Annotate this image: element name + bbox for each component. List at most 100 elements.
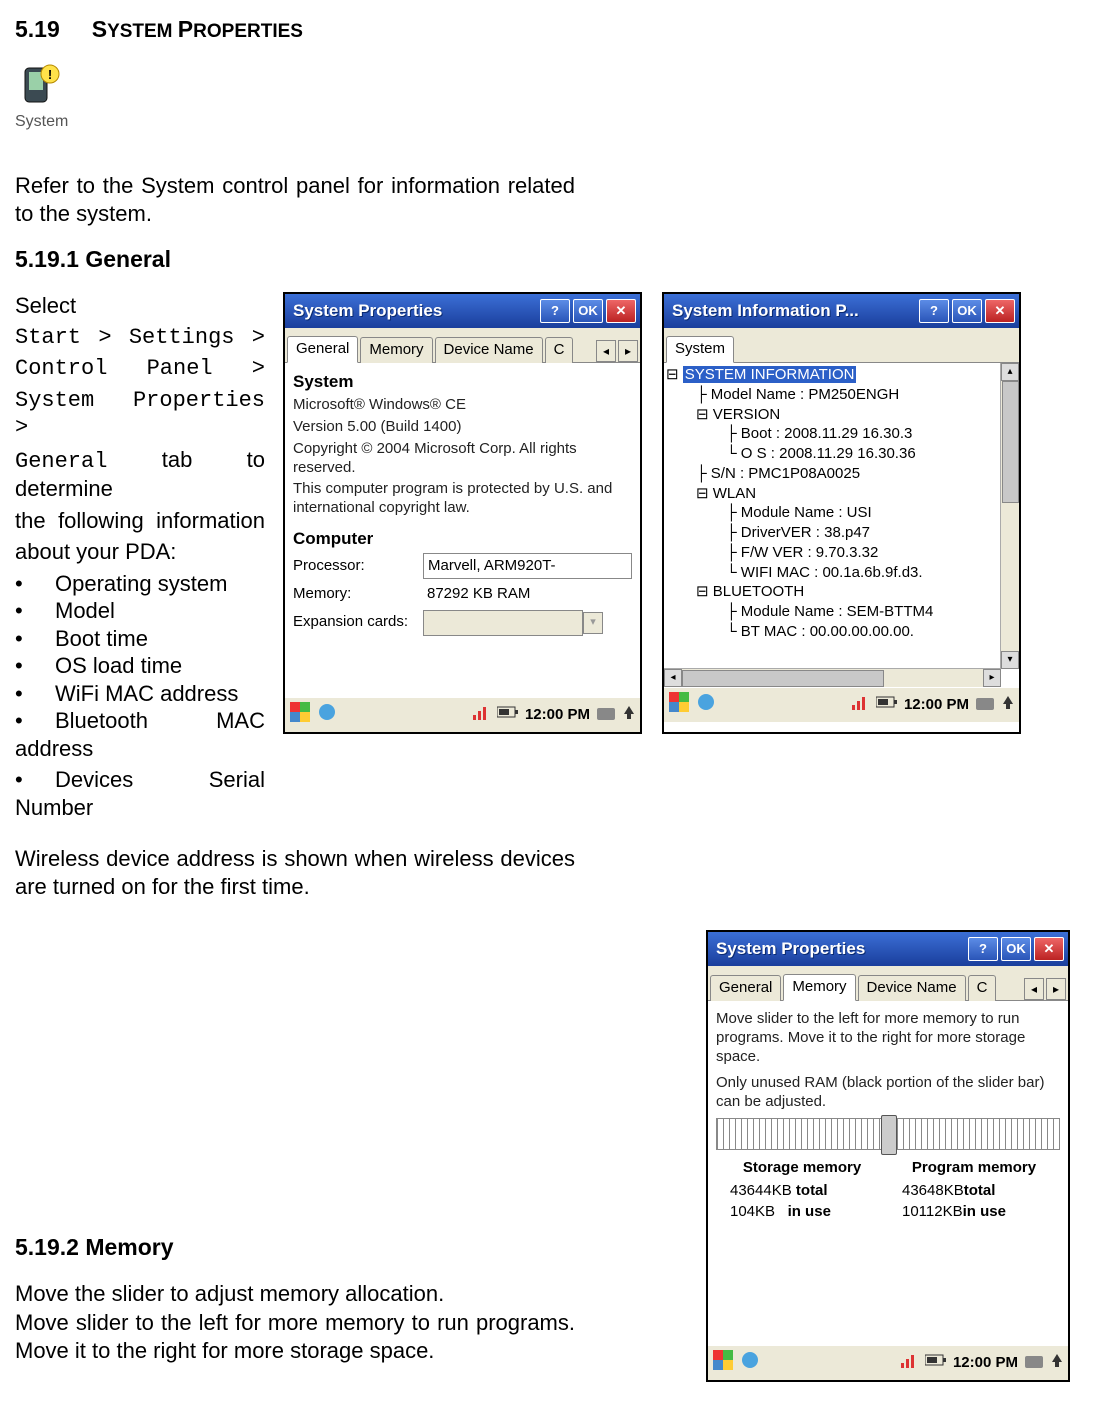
program-mem-head: Program memory — [888, 1160, 1060, 1177]
bullet-dev-b: Serial — [209, 767, 265, 792]
bullet-model-text: Model — [55, 597, 265, 625]
tree-wlan[interactable]: WLAN — [713, 485, 756, 502]
scroll-v-thumb[interactable] — [1002, 381, 1019, 503]
sys-line-2: Version 5.00 (Build 1400) — [293, 418, 632, 437]
bullet-boot: •Boot time — [15, 625, 265, 653]
tree-root[interactable]: SYSTEM INFORMATION — [683, 366, 857, 383]
taskbar-clock: 12:00 PM — [525, 706, 590, 725]
tab-memory[interactable]: Memory — [360, 337, 432, 363]
path-line-4: General tab to determine — [15, 446, 265, 503]
system-icon-label: System — [15, 113, 68, 130]
tab-device-name-mem[interactable]: Device Name — [858, 975, 966, 1001]
signal-icon-2 — [852, 693, 870, 717]
bullet-bt-c: address — [15, 735, 265, 763]
help-button-mem[interactable]: ? — [968, 937, 998, 961]
up-arrow-icon-3[interactable] — [1050, 1352, 1064, 1374]
memory-value: 87292 KB RAM — [423, 583, 632, 606]
tab-general-mem[interactable]: General — [710, 975, 781, 1001]
taskbar-mem[interactable]: 12:00 PM — [708, 1345, 1068, 1380]
tab-nav-right-mem[interactable]: ▸ — [1046, 978, 1066, 1000]
horizontal-scrollbar[interactable]: ◂ ▸ — [664, 668, 1001, 687]
title-sysprops: System Properties — [289, 300, 537, 321]
up-arrow-icon[interactable] — [622, 704, 636, 726]
scroll-right-icon[interactable]: ▸ — [983, 669, 1001, 687]
help-button[interactable]: ? — [540, 299, 570, 323]
intro-paragraph: Refer to the System control panel for in… — [15, 172, 575, 227]
sys-line-1: Microsoft® Windows® CE — [293, 396, 632, 415]
tree-wlan-mod: Module Name : USI — [741, 504, 872, 521]
keyboard-icon-2[interactable] — [975, 693, 995, 717]
scroll-up-icon[interactable]: ▴ — [1001, 363, 1019, 381]
battery-icon-3 — [925, 1353, 947, 1373]
bullet-dev-a: Devices — [55, 767, 133, 792]
titlebar-mem[interactable]: System Properties ? OK ✕ — [708, 932, 1068, 966]
bullet-boot-text: Boot time — [55, 625, 265, 653]
scroll-h-thumb[interactable] — [682, 670, 884, 687]
tab-nav-right[interactable]: ▸ — [618, 340, 638, 362]
sys-line-4: This computer program is protected by U.… — [293, 480, 632, 518]
sysinfo-tree[interactable]: ⊟ SYSTEM INFORMATION ├ Model Name : PM25… — [664, 363, 1019, 687]
general-left-column: Select Start > Settings > Control Panel … — [15, 292, 265, 825]
taskbar-sysinfo[interactable]: 12:00 PM — [664, 687, 1019, 722]
window-system-information: System Information P... ? OK ✕ System ⊟ … — [662, 292, 1021, 734]
title-mem: System Properties — [712, 938, 965, 959]
program-total-lbl: total — [964, 1182, 996, 1199]
close-button-sysinfo[interactable]: ✕ — [985, 299, 1015, 323]
memory-slider[interactable] — [716, 1118, 1060, 1150]
tab-nav-left-mem[interactable]: ◂ — [1024, 978, 1044, 1000]
expansion-dropdown-icon[interactable]: ▾ — [583, 612, 603, 634]
expansion-value[interactable] — [423, 610, 583, 636]
tab-more[interactable]: C — [545, 337, 574, 363]
tree-sn: S/N : PMC1P08A0025 — [711, 465, 860, 482]
tree-version[interactable]: VERSION — [713, 406, 781, 423]
titlebar-sysinfo[interactable]: System Information P... ? OK ✕ — [664, 294, 1019, 328]
processor-value: Marvell, ARM920T- — [423, 553, 632, 579]
bullet-bt-row: •Bluetooth MAC — [15, 707, 265, 735]
vertical-scrollbar[interactable]: ▴ ▾ — [1000, 363, 1019, 669]
path-line-2: Control Panel > — [15, 355, 265, 383]
title-caps-1: S — [92, 16, 107, 42]
bullet-wifi: •WiFi MAC address — [15, 680, 265, 708]
ok-button[interactable]: OK — [573, 299, 603, 323]
scroll-down-icon[interactable]: ▾ — [1001, 651, 1019, 669]
path-line-1: Start > Settings > — [15, 324, 265, 352]
ok-button-sysinfo[interactable]: OK — [952, 299, 982, 323]
mem-p1: Move the slider to adjust memory allocat… — [15, 1280, 676, 1308]
up-arrow-icon-2[interactable] — [1001, 694, 1015, 716]
subheading-memory: 5.19.2 Memory — [15, 1233, 676, 1262]
scroll-left-icon[interactable]: ◂ — [664, 669, 682, 687]
start-icon-3[interactable] — [712, 1349, 734, 1377]
taskbar-sysprops[interactable]: 12:00 PM — [285, 697, 640, 732]
ok-button-mem[interactable]: OK — [1001, 937, 1031, 961]
heading-system: System — [293, 371, 632, 392]
storage-inuse-lbl: in use — [788, 1203, 831, 1220]
tree-wlan-mac: WIFI MAC : 00.1a.6b.9f.d3. — [741, 564, 923, 581]
tab-memory-mem[interactable]: Memory — [783, 974, 855, 1001]
start-icon-2[interactable] — [668, 691, 690, 719]
tray-icon-1[interactable] — [317, 702, 337, 728]
close-button[interactable]: ✕ — [606, 299, 636, 323]
tab-device-name[interactable]: Device Name — [435, 337, 543, 363]
tab-system-sysinfo[interactable]: System — [666, 336, 734, 363]
titlebar-sysprops[interactable]: System Properties ? OK ✕ — [285, 294, 640, 328]
tray-icon-3[interactable] — [740, 1350, 760, 1376]
close-button-mem[interactable]: ✕ — [1034, 937, 1064, 961]
svg-text:!: ! — [48, 67, 52, 82]
tab-nav-left[interactable]: ◂ — [596, 340, 616, 362]
mem-desc2: Only unused RAM (black portion of the sl… — [716, 1074, 1060, 1112]
mem-desc1: Move slider to the left for more memory … — [716, 1010, 1060, 1066]
memory-slider-thumb[interactable] — [881, 1115, 897, 1155]
help-button-sysinfo[interactable]: ? — [919, 299, 949, 323]
tab-more-mem[interactable]: C — [968, 975, 997, 1001]
title-caps-2: P — [178, 16, 193, 42]
start-icon[interactable] — [289, 701, 311, 729]
keyboard-icon[interactable] — [596, 703, 616, 727]
line-6: about your PDA: — [15, 538, 265, 566]
heading-computer: Computer — [293, 528, 632, 549]
program-total: 43648KB — [902, 1182, 964, 1199]
tree-bt[interactable]: BLUETOOTH — [713, 583, 804, 600]
bullet-os-text: Operating system — [55, 570, 265, 598]
tray-icon-2[interactable] — [696, 692, 716, 718]
tab-general[interactable]: General — [287, 336, 358, 363]
keyboard-icon-3[interactable] — [1024, 1351, 1044, 1375]
